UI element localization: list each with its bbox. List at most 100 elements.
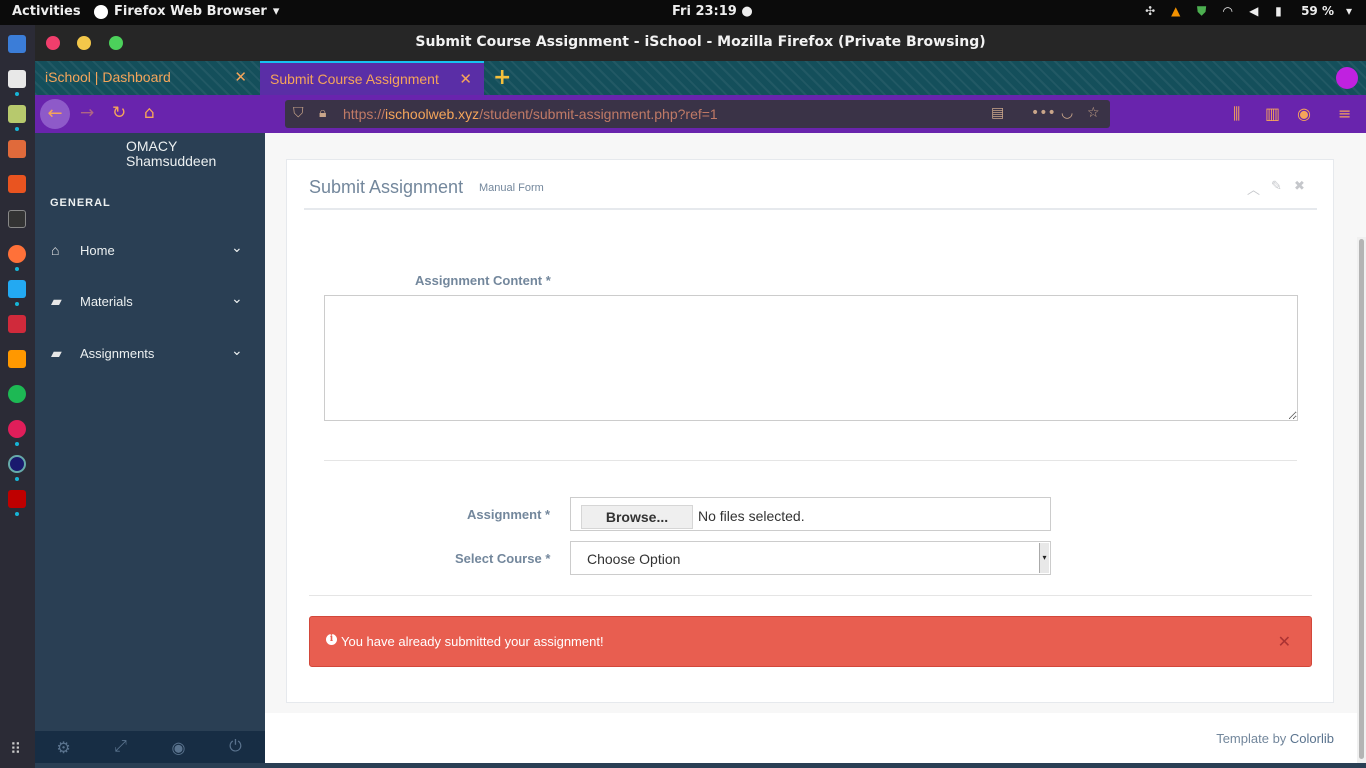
main-content: Submit Assignment Manual Form ︿ ✎ ✖ Assi… — [265, 133, 1366, 763]
clock-label: Fri 23:19 — [672, 4, 737, 19]
scrollbar-thumb[interactable] — [1359, 239, 1364, 759]
alert-close-button[interactable]: ✕ — [1278, 632, 1291, 651]
form-divider — [309, 595, 1312, 596]
sidebar-item-materials[interactable]: ▰ Materials ⌄ — [35, 286, 265, 326]
vscode-icon[interactable] — [8, 280, 26, 298]
file-status-text: No files selected. — [698, 508, 805, 524]
shield-icon[interactable]: ⛊ — [1197, 4, 1211, 18]
sidebar-bottom-strip — [35, 763, 1366, 768]
back-button[interactable]: ← — [40, 99, 70, 129]
footer-prefix: Template by — [1216, 731, 1287, 746]
panel-title: Submit Assignment — [309, 177, 464, 197]
filezilla-icon[interactable] — [8, 490, 26, 508]
reader-view-icon[interactable]: ▤ — [991, 105, 1004, 121]
spotify-icon[interactable] — [8, 385, 26, 403]
sidebar-item-label: Home — [80, 243, 115, 258]
home-icon: ⌂ — [51, 242, 60, 258]
page-footer: Template by Colorlib — [265, 713, 1366, 763]
wrench-icon[interactable]: ✎ — [1271, 179, 1282, 194]
panel-subtitle: Manual Form — [479, 182, 544, 194]
tab-label: Submit Course Assignment — [270, 71, 439, 87]
collapse-chevron-up-icon[interactable]: ︿ — [1247, 179, 1260, 198]
info-icon: i — [326, 634, 337, 645]
logout-power-icon[interactable]: ⏻ — [207, 738, 264, 756]
private-browsing-icon — [1336, 67, 1358, 89]
battery-level: 59 % — [1301, 4, 1334, 18]
terminal-icon[interactable] — [8, 315, 26, 333]
tab-submit-assignment[interactable]: Submit Course Assignment ✕ — [260, 61, 484, 95]
sidebar-item-home[interactable]: ⌂ Home ⌄ — [35, 235, 265, 275]
accessibility-icon[interactable]: ✣ — [1145, 4, 1159, 18]
tracking-protection-icon[interactable]: ⛉ — [293, 105, 304, 121]
assignment-content-label: Assignment Content * — [415, 273, 551, 288]
dropdown-arrow-icon[interactable]: ▾ — [1039, 543, 1049, 573]
chevron-down-icon: ⌄ — [231, 342, 243, 358]
clock[interactable]: Fri 23:19 ● — [672, 4, 753, 19]
system-top-bar: Activities Firefox Web Browser ▾ Fri 23:… — [0, 0, 1366, 25]
system-tray[interactable]: ✣ ▲ ⛊ ◠ ◀ ▮ 59 % ▾ — [1145, 4, 1352, 18]
firefox-icon[interactable] — [8, 245, 26, 263]
browse-button[interactable]: Browse... — [581, 505, 693, 529]
url-text[interactable]: https://ischoolweb.xyz/student/submit-as… — [343, 106, 718, 122]
page-scrollbar[interactable] — [1357, 237, 1366, 763]
app-menu-label: Firefox Web Browser — [114, 4, 267, 19]
lock-eye-icon[interactable]: ◉ — [150, 738, 207, 758]
sublime-icon[interactable] — [8, 350, 26, 368]
library-icon[interactable]: ⫼ — [1233, 104, 1240, 124]
assignment-content-textarea[interactable] — [324, 295, 1298, 421]
chevron-down-icon: ⌄ — [231, 290, 243, 306]
user-name-line2: Shamsuddeen — [126, 153, 217, 169]
close-icon[interactable]: ✖ — [1294, 179, 1305, 194]
web-page: OMACY Shamsuddeen GENERAL ⌂ Home ⌄ ▰ Mat… — [35, 133, 1366, 763]
user-name: OMACY Shamsuddeen — [126, 139, 246, 169]
url-bar[interactable]: ⛉ 🔒︎ https://ischoolweb.xyz/student/subm… — [285, 100, 1110, 128]
document-icon[interactable] — [8, 70, 26, 88]
settings-gear-icon[interactable]: ⚙ — [35, 738, 92, 758]
tab-dashboard[interactable]: iSchool | Dashboard ✕ — [35, 61, 259, 95]
assignment-file-input[interactable]: Browse... No files selected. — [570, 497, 1051, 531]
chevron-down-icon: ⌄ — [231, 239, 243, 255]
slack-icon[interactable] — [8, 420, 26, 438]
chevron-down-icon: ▾ — [1345, 4, 1352, 18]
terminal-icon[interactable] — [8, 210, 26, 228]
colorlib-link[interactable]: Colorlib — [1290, 731, 1334, 746]
activities-button[interactable]: Activities — [12, 4, 81, 19]
sidebar-toggle-icon[interactable]: ▥ — [1265, 104, 1280, 123]
more-actions-icon[interactable]: ••• — [1031, 105, 1056, 121]
app-menu[interactable]: Firefox Web Browser ▾ — [94, 4, 279, 19]
hamburger-menu-icon[interactable]: ≡ — [1338, 104, 1351, 123]
sidebar-section-title: GENERAL — [50, 197, 111, 209]
sidebar-item-assignments[interactable]: ▰ Assignments ⌄ — [35, 338, 265, 378]
chevron-down-icon: ▾ — [272, 4, 280, 19]
tab-bar: iSchool | Dashboard ✕ Submit Course Assi… — [35, 61, 1366, 95]
account-icon[interactable]: ◉ — [1297, 104, 1311, 123]
sidebar: OMACY Shamsuddeen GENERAL ⌂ Home ⌄ ▰ Mat… — [35, 133, 265, 763]
show-apps-icon[interactable]: ⠿ — [10, 740, 21, 758]
app-icon[interactable] — [8, 455, 26, 473]
home-icon[interactable]: ⌂ — [144, 103, 155, 123]
close-tab-icon[interactable]: ✕ — [234, 68, 247, 86]
reload-button[interactable]: ↻ — [112, 103, 126, 123]
notification-dot-icon: ● — [741, 4, 753, 19]
pocket-icon[interactable]: ◡ — [1061, 105, 1073, 121]
alert-message: You have already submitted your assignme… — [341, 634, 604, 649]
lock-icon[interactable]: 🔒︎ — [319, 105, 326, 121]
navigation-toolbar: ← → ↻ ⌂ ⛉ 🔒︎ https://ischoolweb.xyz/stud… — [35, 95, 1366, 133]
new-tab-button[interactable]: + — [493, 65, 511, 90]
fullscreen-icon[interactable]: ⤢ — [92, 738, 149, 756]
app-icon[interactable] — [8, 105, 26, 123]
vlc-icon[interactable]: ▲ — [1171, 4, 1185, 18]
files-icon[interactable] — [8, 140, 26, 158]
tab-label: iSchool | Dashboard — [45, 69, 171, 85]
window-titlebar: Submit Course Assignment - iSchool - Moz… — [35, 25, 1366, 61]
software-center-icon[interactable] — [8, 175, 26, 193]
close-tab-icon[interactable]: ✕ — [459, 70, 472, 88]
assignment-file-label: Assignment * — [467, 507, 551, 522]
finder-icon[interactable] — [8, 35, 26, 53]
book-icon: ▰ — [51, 345, 62, 361]
panel-divider — [304, 208, 1317, 210]
bookmark-star-icon[interactable]: ☆ — [1087, 105, 1100, 121]
wifi-icon: ◠ — [1223, 4, 1233, 18]
forward-button[interactable]: → — [80, 103, 94, 123]
select-course-dropdown[interactable]: Choose Option ▾ — [570, 541, 1051, 575]
